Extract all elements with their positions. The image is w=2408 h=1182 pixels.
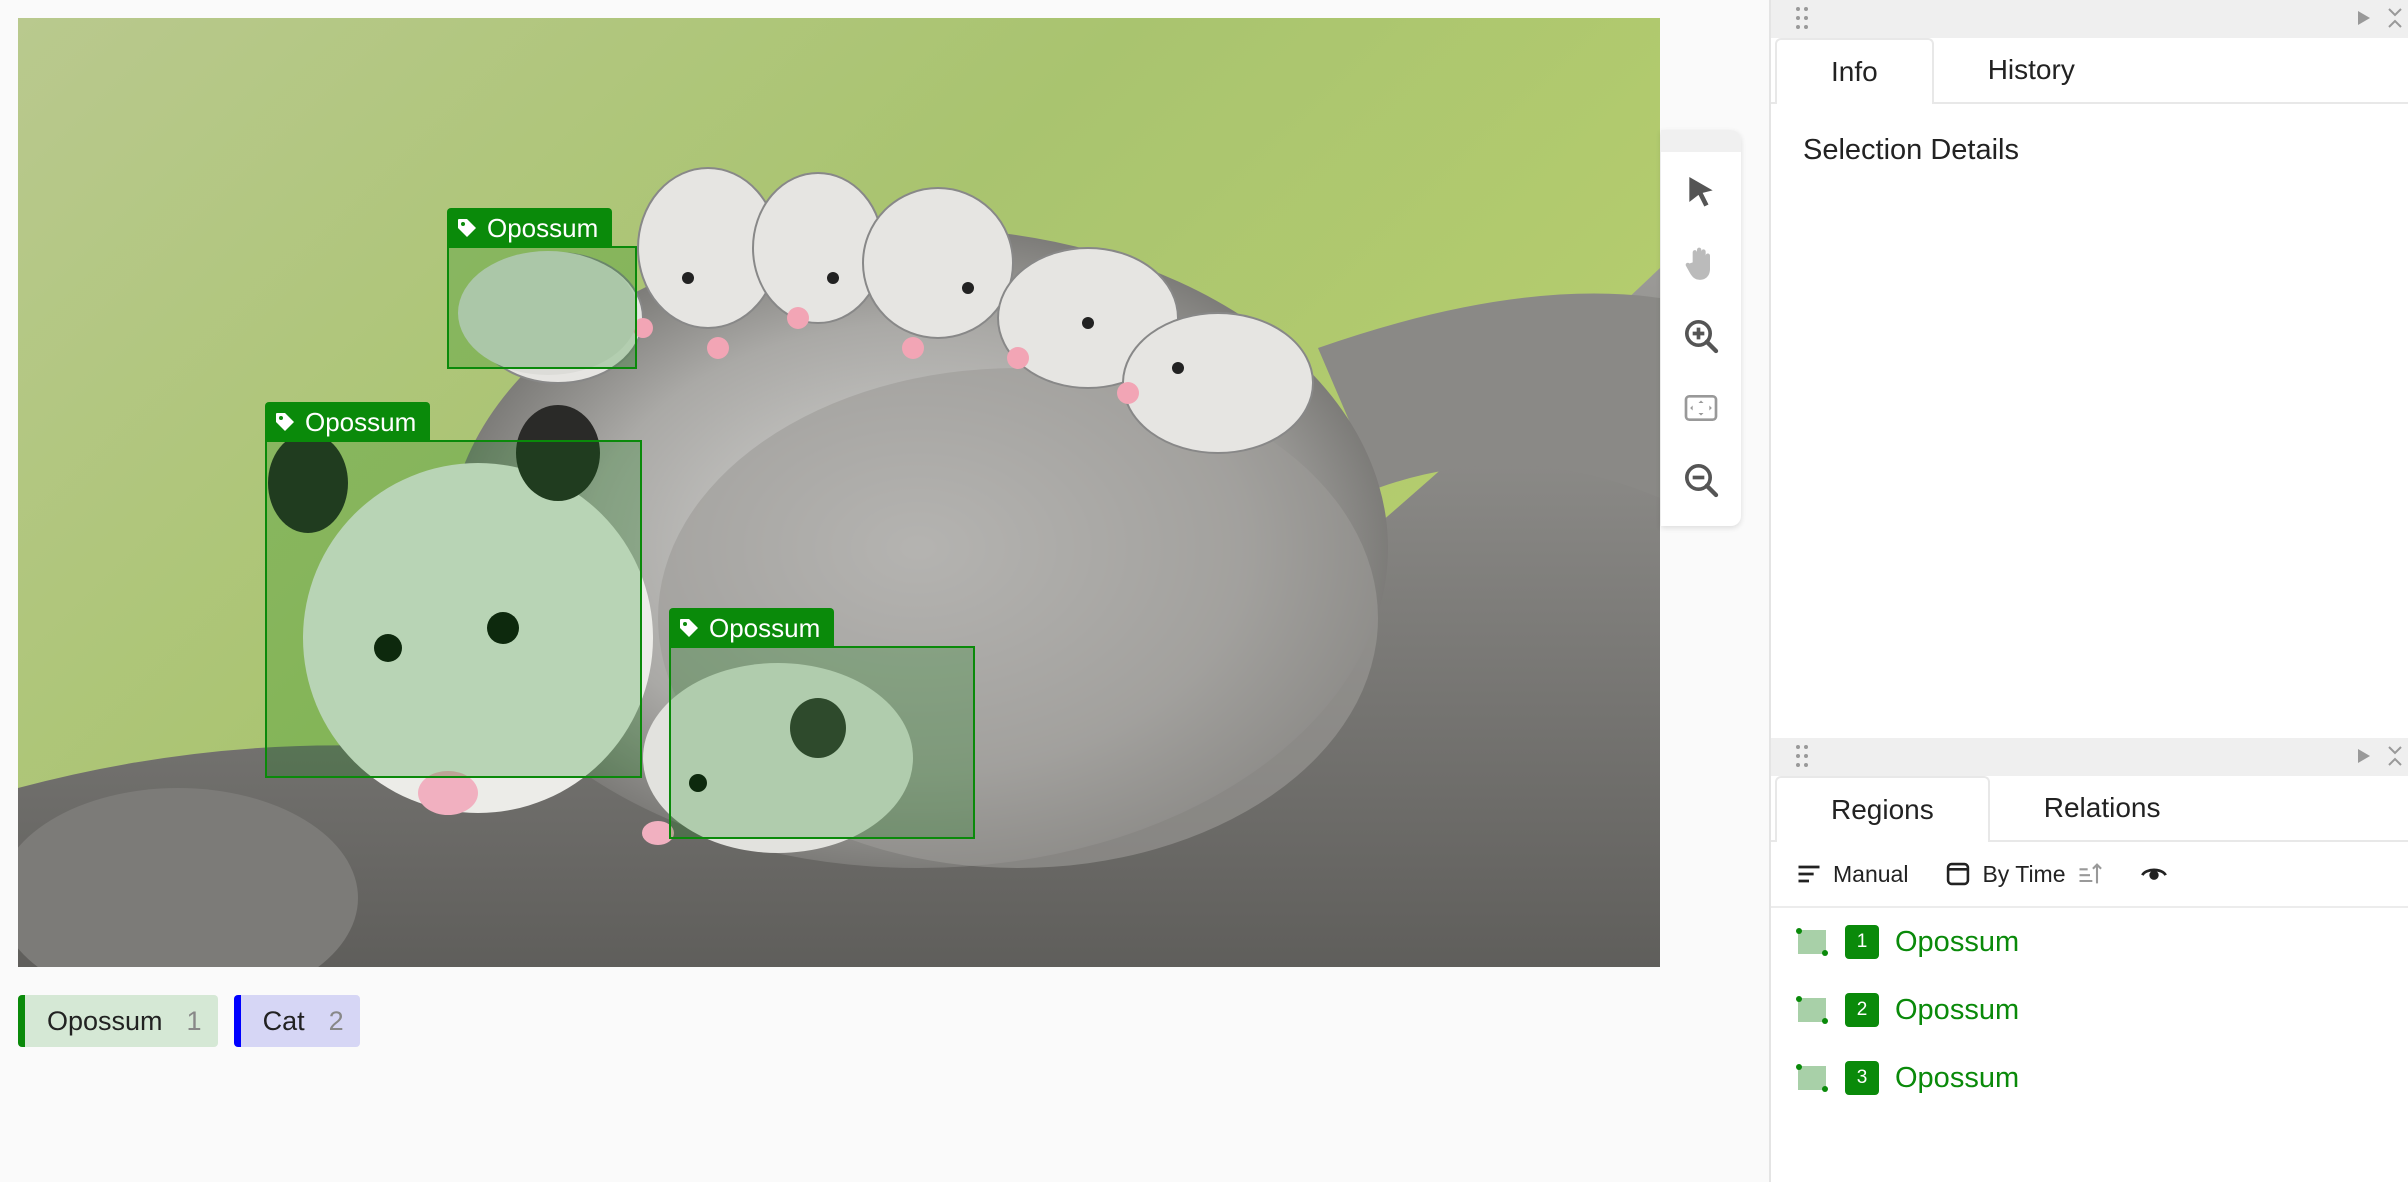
rectangle-region-icon xyxy=(1796,996,1828,1024)
region-row-label: Opossum xyxy=(1895,1061,2020,1094)
sort-manual-label: Manual xyxy=(1833,860,1909,887)
tab-regions[interactable]: Regions xyxy=(1775,776,1990,842)
regions-panel: Regions Relations Manual By Time 1 Oposs… xyxy=(1771,738,2408,1112)
tag-icon xyxy=(458,219,476,237)
image-canvas[interactable]: Opossum Opossum Opossum xyxy=(18,18,1660,967)
tab-relations[interactable]: Relations xyxy=(1990,776,2215,840)
detach-panel-icon[interactable] xyxy=(2383,744,2407,768)
region-index-badge: 3 xyxy=(1845,1061,1879,1095)
sort-ascending-icon xyxy=(2079,863,2102,884)
region-list-item[interactable]: 2 Opossum xyxy=(1771,976,2408,1044)
region-box[interactable]: Opossum xyxy=(265,402,642,778)
label-hotkey: 1 xyxy=(186,1005,202,1036)
tag-icon xyxy=(276,413,294,431)
collapse-panel-icon[interactable] xyxy=(2351,6,2375,30)
list-lines-icon xyxy=(1798,865,1820,883)
label-hotkey: 2 xyxy=(328,1005,344,1036)
eye-icon xyxy=(2140,868,2167,880)
region-label-tag: Opossum xyxy=(447,208,613,248)
region-row-label: Opossum xyxy=(1895,925,2020,958)
sort-time-label: By Time xyxy=(1982,860,2066,887)
region-list-item[interactable]: 1 Opossum xyxy=(1771,908,2408,976)
region-index-badge: 1 xyxy=(1845,925,1879,959)
group-manual-button[interactable]: Manual xyxy=(1795,860,1908,888)
sort-by-time-button[interactable]: By Time xyxy=(1944,860,2103,888)
label-name: Cat xyxy=(262,1005,305,1036)
drag-handle-icon[interactable] xyxy=(1795,6,1809,30)
rectangle-region-icon xyxy=(1796,1064,1828,1092)
label-chip-opossum[interactable]: Opossum 1 xyxy=(18,995,218,1047)
hand-pan-icon[interactable] xyxy=(1679,242,1723,286)
region-label-tag: Opossum xyxy=(265,402,431,442)
label-list: Opossum 1 Cat 2 xyxy=(18,995,360,1047)
label-name: Opossum xyxy=(47,1005,163,1036)
pointer-icon[interactable] xyxy=(1679,170,1723,214)
region-index-badge: 2 xyxy=(1845,993,1879,1027)
region-label-text: Opossum xyxy=(487,212,599,243)
canvas-toolbar xyxy=(1661,130,1741,526)
tab-history[interactable]: History xyxy=(1934,38,2129,102)
zoom-fit-icon[interactable] xyxy=(1679,386,1723,430)
drag-handle-icon[interactable] xyxy=(1795,744,1809,768)
region-label-tag: Opossum xyxy=(669,608,835,648)
region-box[interactable]: Opossum xyxy=(669,608,975,839)
selection-details-title: Selection Details xyxy=(1803,134,2019,166)
region-box[interactable]: Opossum xyxy=(447,208,637,369)
region-label-text: Opossum xyxy=(709,612,821,643)
toolbar-grip[interactable] xyxy=(1661,130,1741,152)
tab-info[interactable]: Info xyxy=(1775,38,1934,104)
region-list-item[interactable]: 3 Opossum xyxy=(1771,1044,2408,1112)
label-chip-cat[interactable]: Cat 2 xyxy=(233,995,360,1047)
zoom-in-icon[interactable] xyxy=(1679,314,1723,358)
region-row-label: Opossum xyxy=(1895,993,2020,1026)
info-tabs: Info History xyxy=(1771,38,2408,104)
side-panel: Info History Selection Details Regions R… xyxy=(1769,0,2408,1182)
tag-icon xyxy=(680,619,698,637)
calendar-icon xyxy=(1947,862,1970,886)
toggle-visibility-button[interactable] xyxy=(2140,860,2168,888)
rectangle-region-icon xyxy=(1796,928,1828,956)
zoom-out-icon[interactable] xyxy=(1679,458,1723,502)
collapse-panel-icon[interactable] xyxy=(2351,744,2375,768)
detach-panel-icon[interactable] xyxy=(2383,6,2407,30)
info-panel-header xyxy=(1771,0,2408,38)
region-label-text: Opossum xyxy=(305,406,417,437)
regions-tabs: Regions Relations xyxy=(1771,776,2408,842)
regions-panel-header xyxy=(1771,738,2408,776)
regions-sort-bar: Manual By Time xyxy=(1771,842,2408,908)
